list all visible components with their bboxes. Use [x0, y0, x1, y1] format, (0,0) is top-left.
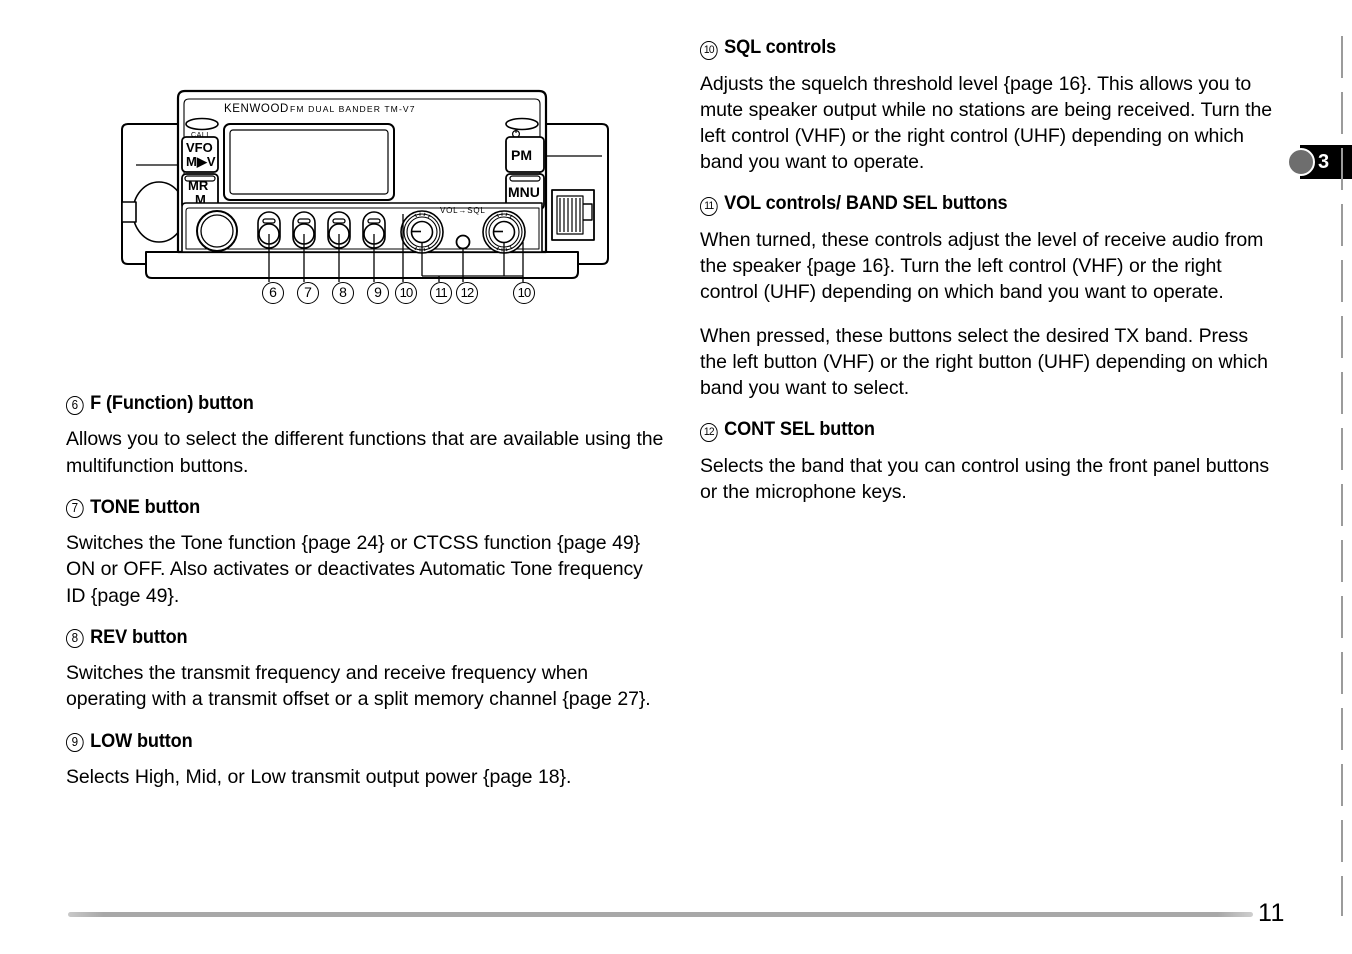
left-column: 6F (Function) button Allows you to selec…	[66, 392, 666, 807]
heading-low-button: 9 LOW button	[66, 730, 624, 753]
footer-rule	[68, 911, 1253, 918]
body-low-button: Selects High, Mid, or Low transmit outpu…	[66, 765, 572, 788]
body-vol-controls-turned: When turned, these controls adjust the l…	[700, 228, 1264, 304]
item-number-11: 11	[700, 194, 718, 216]
mnu-label: MNU	[508, 184, 540, 200]
vfo-label: VFO	[186, 140, 213, 155]
model-text: FM DUAL BANDER TM-V7	[290, 104, 416, 114]
callout-7: 7	[297, 282, 319, 304]
body-tone-button: Switches the Tone function {page 24} or …	[66, 532, 643, 607]
pm-label: PM	[511, 147, 532, 163]
item-number-8: 8	[66, 627, 84, 649]
page-number: 11	[1258, 899, 1285, 927]
body-f-function-button: Allows you to select the different funct…	[66, 428, 664, 477]
mr-label: MR	[188, 178, 209, 193]
heading-f-function-button: 6F (Function) button	[66, 392, 624, 415]
callout-6: 6	[262, 282, 284, 304]
heading-cont-sel-button: 12 CONT SEL button	[700, 418, 1239, 442]
callout-12: 12	[456, 282, 478, 304]
item-number-6: 6	[66, 394, 84, 416]
item-number-7: 7	[66, 497, 84, 519]
manual-page: KENWOOD FM DUAL BANDER TM-V7 CALL VFO M▶…	[0, 0, 1352, 954]
brand-text: KENWOOD	[224, 103, 289, 115]
callout-9: 9	[367, 282, 389, 304]
footer-rule-bar	[68, 912, 1253, 917]
chapter-tab-dot-icon	[1287, 148, 1315, 176]
page-edge-dashed-rule	[1341, 36, 1343, 916]
callout-10-left: 10	[395, 282, 417, 304]
body-vol-controls-pressed: When pressed, these buttons select the d…	[700, 324, 1268, 399]
item-number-12: 12	[700, 420, 718, 442]
body-rev-button: Switches the transmit frequency and rece…	[66, 662, 651, 711]
callout-10-right: 10	[513, 282, 535, 304]
body-cont-sel-button: Selects the band that you can control us…	[700, 454, 1269, 503]
heading-rev-button: 8 REV button	[66, 626, 624, 649]
heading-tone-button: 7 TONE button	[66, 496, 624, 519]
item-number-9: 9	[66, 731, 84, 753]
vol-sql-label: VOL→SQL	[440, 206, 486, 215]
heading-vol-controls-band-sel: 11 VOL controls/ BAND SEL buttons	[700, 192, 1239, 216]
heading-sql-controls: 10 SQL controls	[700, 36, 1239, 60]
body-sql-controls: Adjusts the squelch threshold level {pag…	[700, 72, 1272, 174]
item-number-10: 10	[700, 38, 718, 60]
chapter-tab-number: 3	[1318, 151, 1330, 173]
vfo-sub-label: M▶V	[186, 154, 216, 169]
right-column: 10 SQL controls Adjusts the squelch thres…	[700, 36, 1280, 522]
callout-11: 11	[430, 282, 452, 304]
callout-8: 8	[332, 282, 354, 304]
radio-front-panel-figure: KENWOOD FM DUAL BANDER TM-V7 CALL VFO M▶…	[112, 84, 612, 319]
